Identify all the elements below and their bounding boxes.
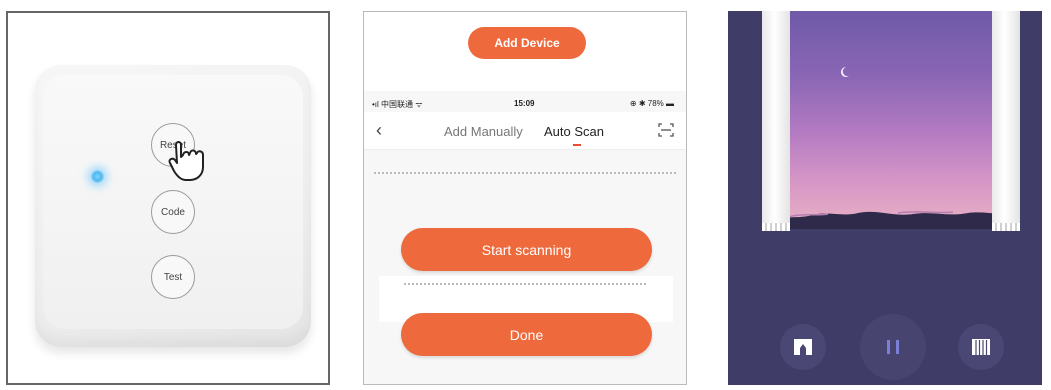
evening-sky [768, 11, 1008, 229]
done-button[interactable]: Done [401, 313, 652, 356]
tab-auto-scan[interactable]: Auto Scan [544, 124, 604, 139]
status-icons-text: ⊕ ✱ 78% ▬ [629, 99, 674, 108]
code-button[interactable]: Code [151, 190, 195, 234]
add-device-button[interactable]: Add Device [468, 27, 586, 59]
pointing-hand-icon [168, 141, 204, 181]
close-curtain-button[interactable] [958, 324, 1004, 370]
carrier-text: •ıl 中国联通 ᯤ [372, 100, 423, 109]
device-panel: Reset Code Test [6, 11, 330, 385]
start-scanning-button[interactable]: Start scanning [401, 228, 652, 271]
right-curtain [992, 11, 1020, 231]
chevron-left-icon[interactable]: ‹ [376, 120, 382, 141]
status-led [91, 170, 104, 183]
tab-add-manually[interactable]: Add Manually [444, 124, 523, 139]
screenshot-root: Reset Code Test Add Device •ıl 中国联通 ᯤ 15… [0, 0, 1051, 390]
test-button[interactable]: Test [151, 255, 195, 299]
divider [404, 283, 646, 285]
curtain-open-icon [794, 339, 812, 355]
pause-button[interactable] [860, 314, 926, 380]
divider [374, 172, 676, 174]
add-device-label: Add Device [494, 36, 560, 50]
curtain-panel [728, 11, 1042, 385]
open-curtain-button[interactable] [780, 324, 826, 370]
clock-text: 15:09 [514, 99, 535, 108]
ir-blaster-device: Reset Code Test [35, 65, 311, 347]
cloud-bank [768, 211, 1008, 229]
code-button-label: Code [161, 206, 185, 218]
status-bar: •ıl 中国联通 ᯤ 15:09 ⊕ ✱ 78% ▬ [364, 96, 686, 112]
done-label: Done [509, 326, 544, 343]
left-curtain [762, 11, 790, 231]
curtain-close-icon [972, 339, 990, 355]
window-view [768, 11, 1008, 229]
nav-bar: ‹ Add Manually Auto Scan [364, 112, 686, 150]
test-button-label: Test [163, 271, 183, 283]
active-tab-indicator [573, 144, 581, 146]
start-scanning-label: Start scanning [481, 241, 572, 258]
moon-icon [841, 67, 849, 77]
scan-frame-icon[interactable] [658, 123, 674, 137]
app-panel: Add Device •ıl 中国联通 ᯤ 15:09 ⊕ ✱ 78% ▬ ‹ … [363, 11, 687, 385]
pause-icon [887, 340, 899, 354]
